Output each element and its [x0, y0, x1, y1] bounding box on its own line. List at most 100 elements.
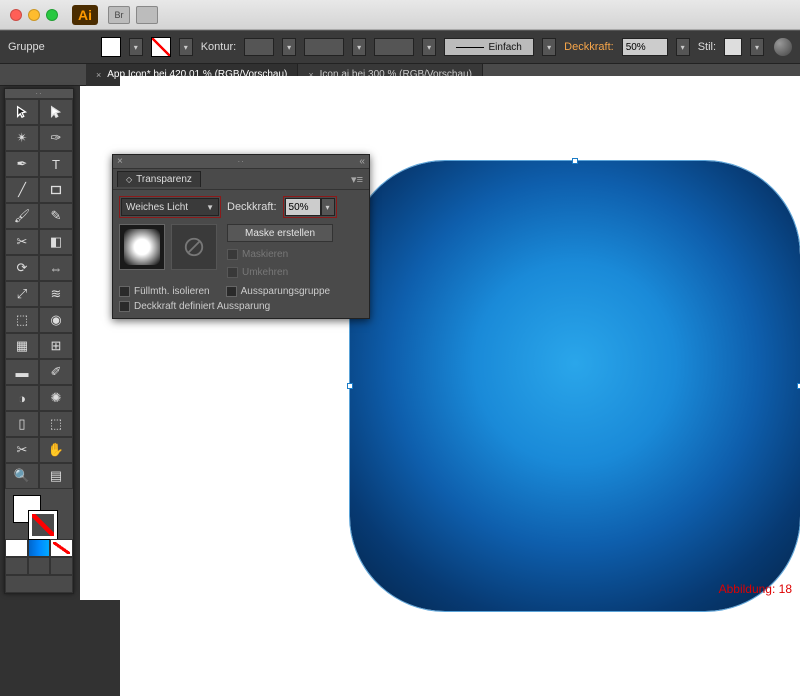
opacity-highlight: 50% — [283, 196, 337, 218]
scale-tool[interactable]: ⤢ — [5, 281, 39, 307]
stroke-dropdown[interactable] — [179, 38, 193, 56]
print-tiling-tool[interactable]: ▤ — [39, 463, 73, 489]
anchor-point[interactable] — [347, 383, 353, 389]
stroke-color-swatch[interactable] — [244, 38, 274, 56]
blend-tool[interactable]: ◑ — [5, 385, 39, 411]
arrange-button[interactable] — [136, 6, 158, 24]
isolate-blending-checkbox[interactable] — [119, 286, 130, 297]
transparency-panel: × ·· « ◇Transparenz ▾≡ Weiches Licht▼ De… — [112, 154, 370, 319]
panel-opacity-dropdown[interactable] — [321, 198, 335, 216]
close-window[interactable] — [10, 9, 22, 21]
titlebar: Ai Br — [0, 0, 800, 30]
width-tool[interactable]: ≋ — [39, 281, 73, 307]
zoom-tool[interactable]: 🔍 — [5, 463, 39, 489]
eraser-tool[interactable]: ◧ — [39, 229, 73, 255]
maskieren-checkbox — [227, 249, 238, 260]
style-swatch[interactable] — [724, 38, 742, 56]
variable-width-dropdown[interactable] — [422, 38, 436, 56]
draw-normal[interactable] — [5, 557, 28, 575]
panel-deckkraft-label: Deckkraft: — [227, 201, 277, 213]
stroke-swatch[interactable] — [151, 37, 171, 57]
transparency-tab[interactable]: ◇Transparenz — [117, 171, 201, 187]
fill-dropdown[interactable] — [129, 38, 143, 56]
kontur-label: Kontur: — [201, 41, 236, 53]
variable-width-field[interactable] — [374, 38, 414, 56]
fill-stroke-control[interactable] — [5, 489, 73, 539]
knockout-group-checkbox[interactable] — [226, 286, 237, 297]
fill-swatch[interactable] — [101, 37, 121, 57]
color-mode[interactable] — [5, 539, 28, 557]
magic-wand-tool[interactable]: ✴ — [5, 125, 39, 151]
stroke-weight-dropdown[interactable] — [352, 38, 366, 56]
artboard-tool[interactable]: ⬚ — [39, 411, 73, 437]
anchor-point[interactable] — [572, 158, 578, 164]
minimize-window[interactable] — [28, 9, 40, 21]
panel-grip[interactable]: × ·· « — [113, 155, 369, 169]
paintbrush-tool[interactable]: 🖌 — [5, 203, 39, 229]
slice-tool[interactable]: ✂ — [5, 437, 39, 463]
color-mode-row — [5, 539, 73, 557]
brush-dropdown[interactable] — [542, 38, 556, 56]
blend-mode-select[interactable]: Weiches Licht▼ — [121, 198, 219, 216]
pencil-tool[interactable]: ✎ — [39, 203, 73, 229]
lasso-tool[interactable]: ✑ — [39, 125, 73, 151]
screen-mode-row — [5, 575, 73, 593]
selection-tool[interactable] — [5, 99, 39, 125]
hand-tool[interactable]: ✋ — [39, 437, 73, 463]
rectangle-tool[interactable] — [39, 177, 73, 203]
app-icon-shape[interactable] — [350, 161, 800, 611]
tools-grip[interactable]: ·· — [5, 89, 73, 99]
window-controls — [10, 9, 58, 21]
shape-builder-tool[interactable]: ◉ — [39, 307, 73, 333]
tools-panel: ·· ✴ ✑ ✒ T ╱ 🖌 ✎ ✂ ◧ ⟳ ⇔ ⤢ ≋ ⬚ ◉ ▦ ⊞ ▬ ✐… — [4, 88, 74, 594]
mesh-tool[interactable]: ⊞ — [39, 333, 73, 359]
direct-selection-tool[interactable] — [39, 99, 73, 125]
eyedropper-tool[interactable]: ✐ — [39, 359, 73, 385]
zoom-window[interactable] — [46, 9, 58, 21]
stroke-box[interactable] — [29, 511, 57, 539]
opacity-field[interactable]: 50% — [622, 38, 668, 56]
collapse-panel-icon[interactable]: « — [359, 156, 365, 167]
object-thumbnail[interactable] — [119, 224, 165, 270]
panel-menu-icon[interactable]: ▾≡ — [351, 173, 363, 186]
panel-tab-row: ◇Transparenz ▾≡ — [113, 169, 369, 189]
draw-inside[interactable] — [50, 557, 73, 575]
deckkraft-label: Deckkraft: — [564, 41, 614, 53]
mask-thumbnail[interactable] — [171, 224, 217, 270]
gradient-mode[interactable] — [28, 539, 51, 557]
line-tool[interactable]: ╱ — [5, 177, 39, 203]
opacity-defines-knockout-checkbox[interactable] — [119, 301, 130, 312]
style-dropdown[interactable] — [750, 38, 764, 56]
perspective-grid-tool[interactable]: ▦ — [5, 333, 39, 359]
rotate-tool[interactable]: ⟳ — [5, 255, 39, 281]
stil-label: Stil: — [698, 41, 716, 53]
close-tab-icon[interactable]: × — [96, 70, 101, 80]
type-tool[interactable]: T — [39, 151, 73, 177]
stroke-weight-field[interactable] — [304, 38, 344, 56]
recolor-icon[interactable] — [774, 38, 792, 56]
close-panel-icon[interactable]: × — [117, 156, 123, 167]
panel-opacity-field[interactable]: 50% — [285, 198, 321, 216]
create-mask-button[interactable]: Maske erstellen — [227, 224, 333, 242]
brush-definition[interactable]: Einfach — [444, 38, 534, 56]
screen-mode[interactable] — [5, 575, 73, 593]
control-bar: Gruppe Kontur: Einfach Deckkraft: 50% St… — [0, 30, 800, 64]
umkehren-checkbox — [227, 267, 238, 278]
draw-mode-row — [5, 557, 73, 575]
none-mode[interactable] — [50, 539, 73, 557]
blend-mode-highlight: Weiches Licht▼ — [119, 196, 221, 218]
column-graph-tool[interactable]: ▯ — [5, 411, 39, 437]
blob-brush-tool[interactable]: ✂ — [5, 229, 39, 255]
stroke-color-dropdown[interactable] — [282, 38, 296, 56]
pen-tool[interactable]: ✒ — [5, 151, 39, 177]
figure-label: Abbildung: 18 — [719, 582, 792, 596]
gradient-tool[interactable]: ▬ — [5, 359, 39, 385]
opacity-dropdown[interactable] — [676, 38, 690, 56]
symbol-sprayer-tool[interactable]: ✺ — [39, 385, 73, 411]
draw-behind[interactable] — [28, 557, 51, 575]
selection-type-label: Gruppe — [8, 41, 45, 53]
bridge-button[interactable]: Br — [108, 6, 130, 24]
app-badge: Ai — [72, 5, 98, 25]
reflect-tool[interactable]: ⇔ — [39, 255, 73, 281]
free-transform-tool[interactable]: ⬚ — [5, 307, 39, 333]
